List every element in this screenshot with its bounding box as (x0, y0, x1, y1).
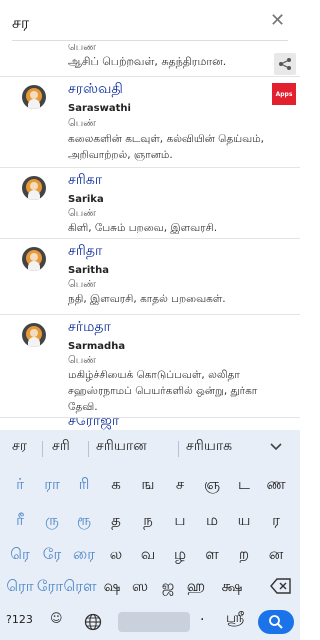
key[interactable]: ரோ (36, 572, 64, 602)
suggestion-item[interactable]: சரியாக (186, 438, 232, 456)
key[interactable]: ந (134, 506, 162, 536)
key[interactable]: க (102, 470, 130, 500)
period-key[interactable]: . (200, 608, 204, 624)
symbols-key[interactable]: ?123 (6, 613, 33, 626)
key[interactable]: ஜ (154, 572, 182, 602)
search-underline (12, 40, 288, 41)
suggestion-separator (178, 441, 179, 457)
list-item[interactable]: சரோஜா (0, 418, 300, 430)
close-icon[interactable]: ✕ (270, 10, 286, 32)
list-item-partial[interactable]: பெண் ஆசிப் பெற்றவள், சுதந்திரமான. (68, 44, 268, 70)
search-bar: ✕ (0, 0, 300, 44)
key[interactable]: க்ஷ (212, 572, 252, 602)
keyboard-bottom-row: ?123 ☺ . ஸ்ரீ (0, 606, 300, 640)
suggestion-separator (88, 441, 89, 457)
search-input[interactable] (12, 10, 262, 36)
key[interactable]: வ (134, 540, 162, 570)
key[interactable]: ங (134, 470, 162, 500)
suggestion-bar: சர சரி சரியான சரியாக (0, 430, 300, 466)
apps-badge[interactable]: Apps (272, 83, 296, 105)
key[interactable]: ப (166, 506, 194, 536)
key[interactable]: ரொ (6, 572, 34, 602)
search-icon (269, 615, 283, 629)
key[interactable]: ழ (166, 540, 194, 570)
key[interactable]: ரூ (70, 506, 98, 536)
suggestion-item[interactable]: சரி (52, 438, 70, 456)
list-item[interactable]: சரஸ்வதி Saraswathi பெண் கலைகளின் கடவுள்,… (0, 77, 300, 167)
share-icon[interactable] (274, 53, 296, 75)
globe-icon[interactable] (84, 613, 102, 631)
list-item[interactable]: சரிதா Saritha பெண் நதி, இளவரசி, காதல் பற… (0, 239, 300, 314)
name-tamil: சர்மதா (68, 319, 111, 335)
key[interactable]: ரெ (6, 540, 34, 570)
meaning-text: மகிழ்ச்சியைக் கொடுப்பவள், லலிதா சஹஸ்ரநாம… (68, 369, 258, 413)
list-item[interactable]: சரிகா Sarika பெண் கிளி, பேசும் பறவை, இளவ… (0, 168, 300, 238)
key[interactable]: ற (230, 540, 258, 570)
gender-label: பெண் (68, 355, 96, 366)
key[interactable]: ர் (6, 470, 34, 500)
key[interactable]: ரௌ (64, 572, 97, 602)
avatar (22, 176, 46, 200)
name-tamil: சரிகா (68, 172, 103, 188)
name-english: Sarika (68, 194, 104, 205)
chevron-down-icon[interactable] (268, 436, 284, 456)
backspace-icon[interactable] (270, 576, 292, 596)
name-tamil: சரிதா (68, 243, 103, 259)
key[interactable]: ஞ (198, 470, 226, 500)
name-english: Saraswathi (68, 103, 131, 114)
key[interactable]: ரி (70, 470, 98, 500)
suggestion-item[interactable]: சரியான (96, 438, 147, 456)
meaning-text: கலைகளின் கடவுள், கல்வியின் தெய்வம், அறிவ… (68, 133, 265, 161)
gender-label: பெண் (68, 118, 96, 129)
emoji-icon[interactable]: ☺ (50, 611, 63, 625)
key[interactable]: ச (166, 470, 194, 500)
name-english: Saritha (68, 265, 109, 276)
avatar (22, 323, 46, 347)
meaning-text: நதி, இளவரசி, காதல் பறவைகள். (68, 293, 226, 305)
key[interactable]: த (102, 506, 130, 536)
key[interactable]: ட (230, 470, 258, 500)
key[interactable]: ய (230, 506, 258, 536)
key[interactable]: ரே (38, 540, 66, 570)
list-item[interactable]: சர்மதா Sarmadha பெண் மகிழ்ச்சியைக் கொடுப… (0, 315, 300, 417)
search-key[interactable] (258, 610, 294, 634)
key[interactable]: ண (262, 470, 290, 500)
suggestion-separator (42, 441, 43, 457)
avatar (22, 247, 46, 271)
key[interactable]: ன (262, 540, 290, 570)
key[interactable]: ர (262, 506, 290, 536)
results-list: பெண் ஆசிப் பெற்றவள், சுதந்திரமான. சரஸ்வத… (0, 44, 300, 430)
gender-label: பெண் (68, 208, 96, 219)
suggestion-item[interactable]: சர (12, 438, 27, 456)
key[interactable]: ரா (38, 470, 66, 500)
gender-label: பெண் (68, 279, 96, 290)
keyboard: சர சரி சரியான சரியாக ர் ரா ரி க ங ச ஞ ட … (0, 430, 300, 640)
key[interactable]: ஹ (182, 572, 210, 602)
avatar (22, 85, 46, 109)
key[interactable]: ரீ (6, 506, 34, 536)
key[interactable]: ரை (70, 540, 98, 570)
space-bar[interactable] (118, 612, 190, 632)
key[interactable]: ஷ (98, 572, 126, 602)
key[interactable]: ம (198, 506, 226, 536)
key[interactable]: ள (198, 540, 226, 570)
name-tamil: சரஸ்வதி (68, 81, 123, 97)
key[interactable]: ஸ (126, 572, 154, 602)
key[interactable]: ரு (38, 506, 66, 536)
meaning-text: கிளி, பேசும் பறவை, இளவரசி. (68, 222, 218, 234)
gender-label: பெண் (68, 44, 96, 53)
name-english: Sarmadha (68, 341, 126, 352)
key[interactable]: ல (102, 540, 130, 570)
name-tamil: சரோஜா (68, 418, 120, 429)
shri-key[interactable]: ஸ்ரீ (226, 610, 244, 628)
meaning-text: ஆசிப் பெற்றவள், சுதந்திரமான. (68, 55, 227, 68)
